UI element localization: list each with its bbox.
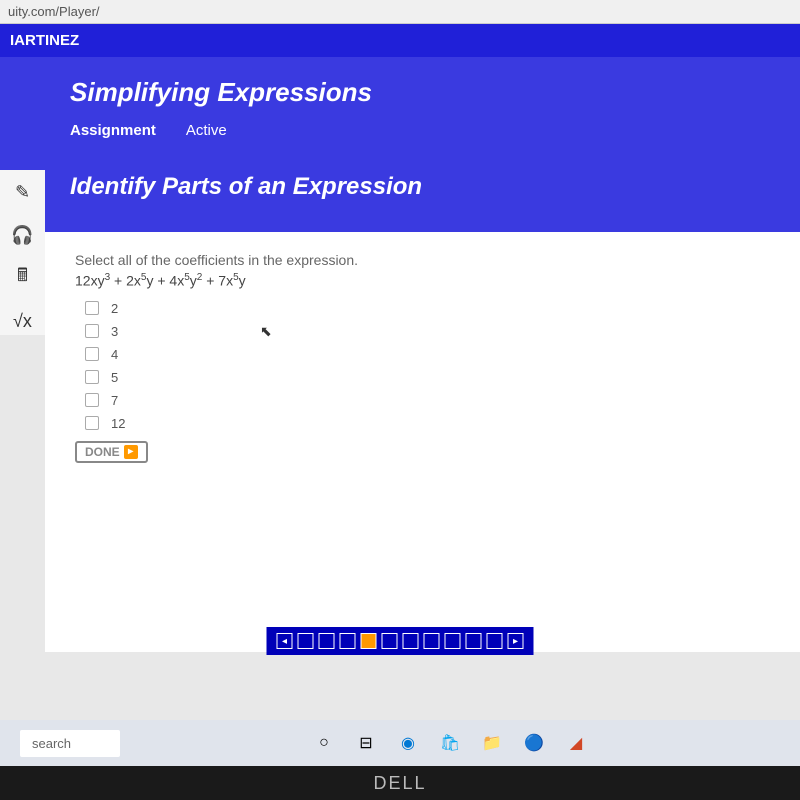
done-button[interactable]: DONE▸ (75, 441, 148, 463)
option-label: 7 (111, 393, 118, 408)
powerpoint-icon[interactable]: ◢ (564, 731, 588, 755)
page-navigator: ◂ ▸ (267, 627, 534, 655)
option-row[interactable]: 5 (85, 370, 770, 385)
checkbox[interactable] (85, 370, 99, 384)
monitor-brand: DELL (0, 766, 800, 800)
store-icon[interactable]: 🛍 (438, 731, 462, 755)
question-prompt: Select all of the coefficients in the ex… (75, 252, 770, 268)
user-header: IARTINEZ (0, 24, 800, 57)
section-title: Identify Parts of an Expression (70, 173, 800, 201)
checkbox[interactable] (85, 324, 99, 338)
checkbox[interactable] (85, 393, 99, 407)
page-box[interactable] (466, 633, 482, 649)
page-box[interactable] (424, 633, 440, 649)
edge-icon[interactable]: ◉ (396, 731, 420, 755)
option-label: 2 (111, 301, 118, 316)
headphones-icon[interactable]: 🎧 (9, 221, 37, 249)
page-box[interactable] (445, 633, 461, 649)
page-box[interactable] (487, 633, 503, 649)
lesson-header: Simplifying Expressions Assignment Activ… (0, 57, 800, 232)
page-box[interactable] (340, 633, 356, 649)
checkbox[interactable] (85, 347, 99, 361)
address-bar[interactable]: uity.com/Player/ (0, 0, 800, 24)
page-box[interactable] (319, 633, 335, 649)
expression-text: 12xy3 + 2x5y + 4x5y2 + 7x5y (75, 272, 770, 289)
tab-active[interactable]: Active (186, 116, 227, 145)
tool-sidebar: ✎ 🎧 🖩 √x (0, 170, 45, 335)
circle-icon[interactable]: ○ (312, 731, 336, 755)
chrome-icon[interactable]: 🔵 (522, 731, 546, 755)
option-row[interactable]: 12 (85, 416, 770, 431)
search-input[interactable]: search (20, 730, 120, 757)
option-label: 5 (111, 370, 118, 385)
option-label: 3 (111, 324, 118, 339)
tab-bar: Assignment Active (70, 116, 800, 145)
page-box[interactable] (298, 633, 314, 649)
option-label: 4 (111, 347, 118, 362)
prev-page-button[interactable]: ◂ (277, 633, 293, 649)
arrow-icon: ▸ (124, 445, 138, 459)
option-row[interactable]: 7 (85, 393, 770, 408)
options-list: 2 3 4 5 7 12 (85, 301, 770, 431)
option-row[interactable]: 4 (85, 347, 770, 362)
page-title: Simplifying Expressions (70, 77, 800, 108)
question-content: Select all of the coefficients in the ex… (45, 232, 800, 652)
option-label: 12 (111, 416, 125, 431)
sqrt-icon[interactable]: √x (9, 307, 37, 335)
taskbar: search ○ ⊟ ◉ 🛍 📁 🔵 ◢ (0, 720, 800, 766)
calculator-icon[interactable]: 🖩 (9, 264, 37, 292)
checkbox[interactable] (85, 416, 99, 430)
option-row[interactable]: 2 (85, 301, 770, 316)
page-box[interactable] (403, 633, 419, 649)
checkbox[interactable] (85, 301, 99, 315)
next-page-button[interactable]: ▸ (508, 633, 524, 649)
folder-icon[interactable]: 📁 (480, 731, 504, 755)
tab-assignment[interactable]: Assignment (70, 116, 156, 145)
task-view-icon[interactable]: ⊟ (354, 731, 378, 755)
option-row[interactable]: 3 (85, 324, 770, 339)
page-box[interactable] (382, 633, 398, 649)
page-box-active[interactable] (361, 633, 377, 649)
pencil-icon[interactable]: ✎ (9, 178, 37, 206)
